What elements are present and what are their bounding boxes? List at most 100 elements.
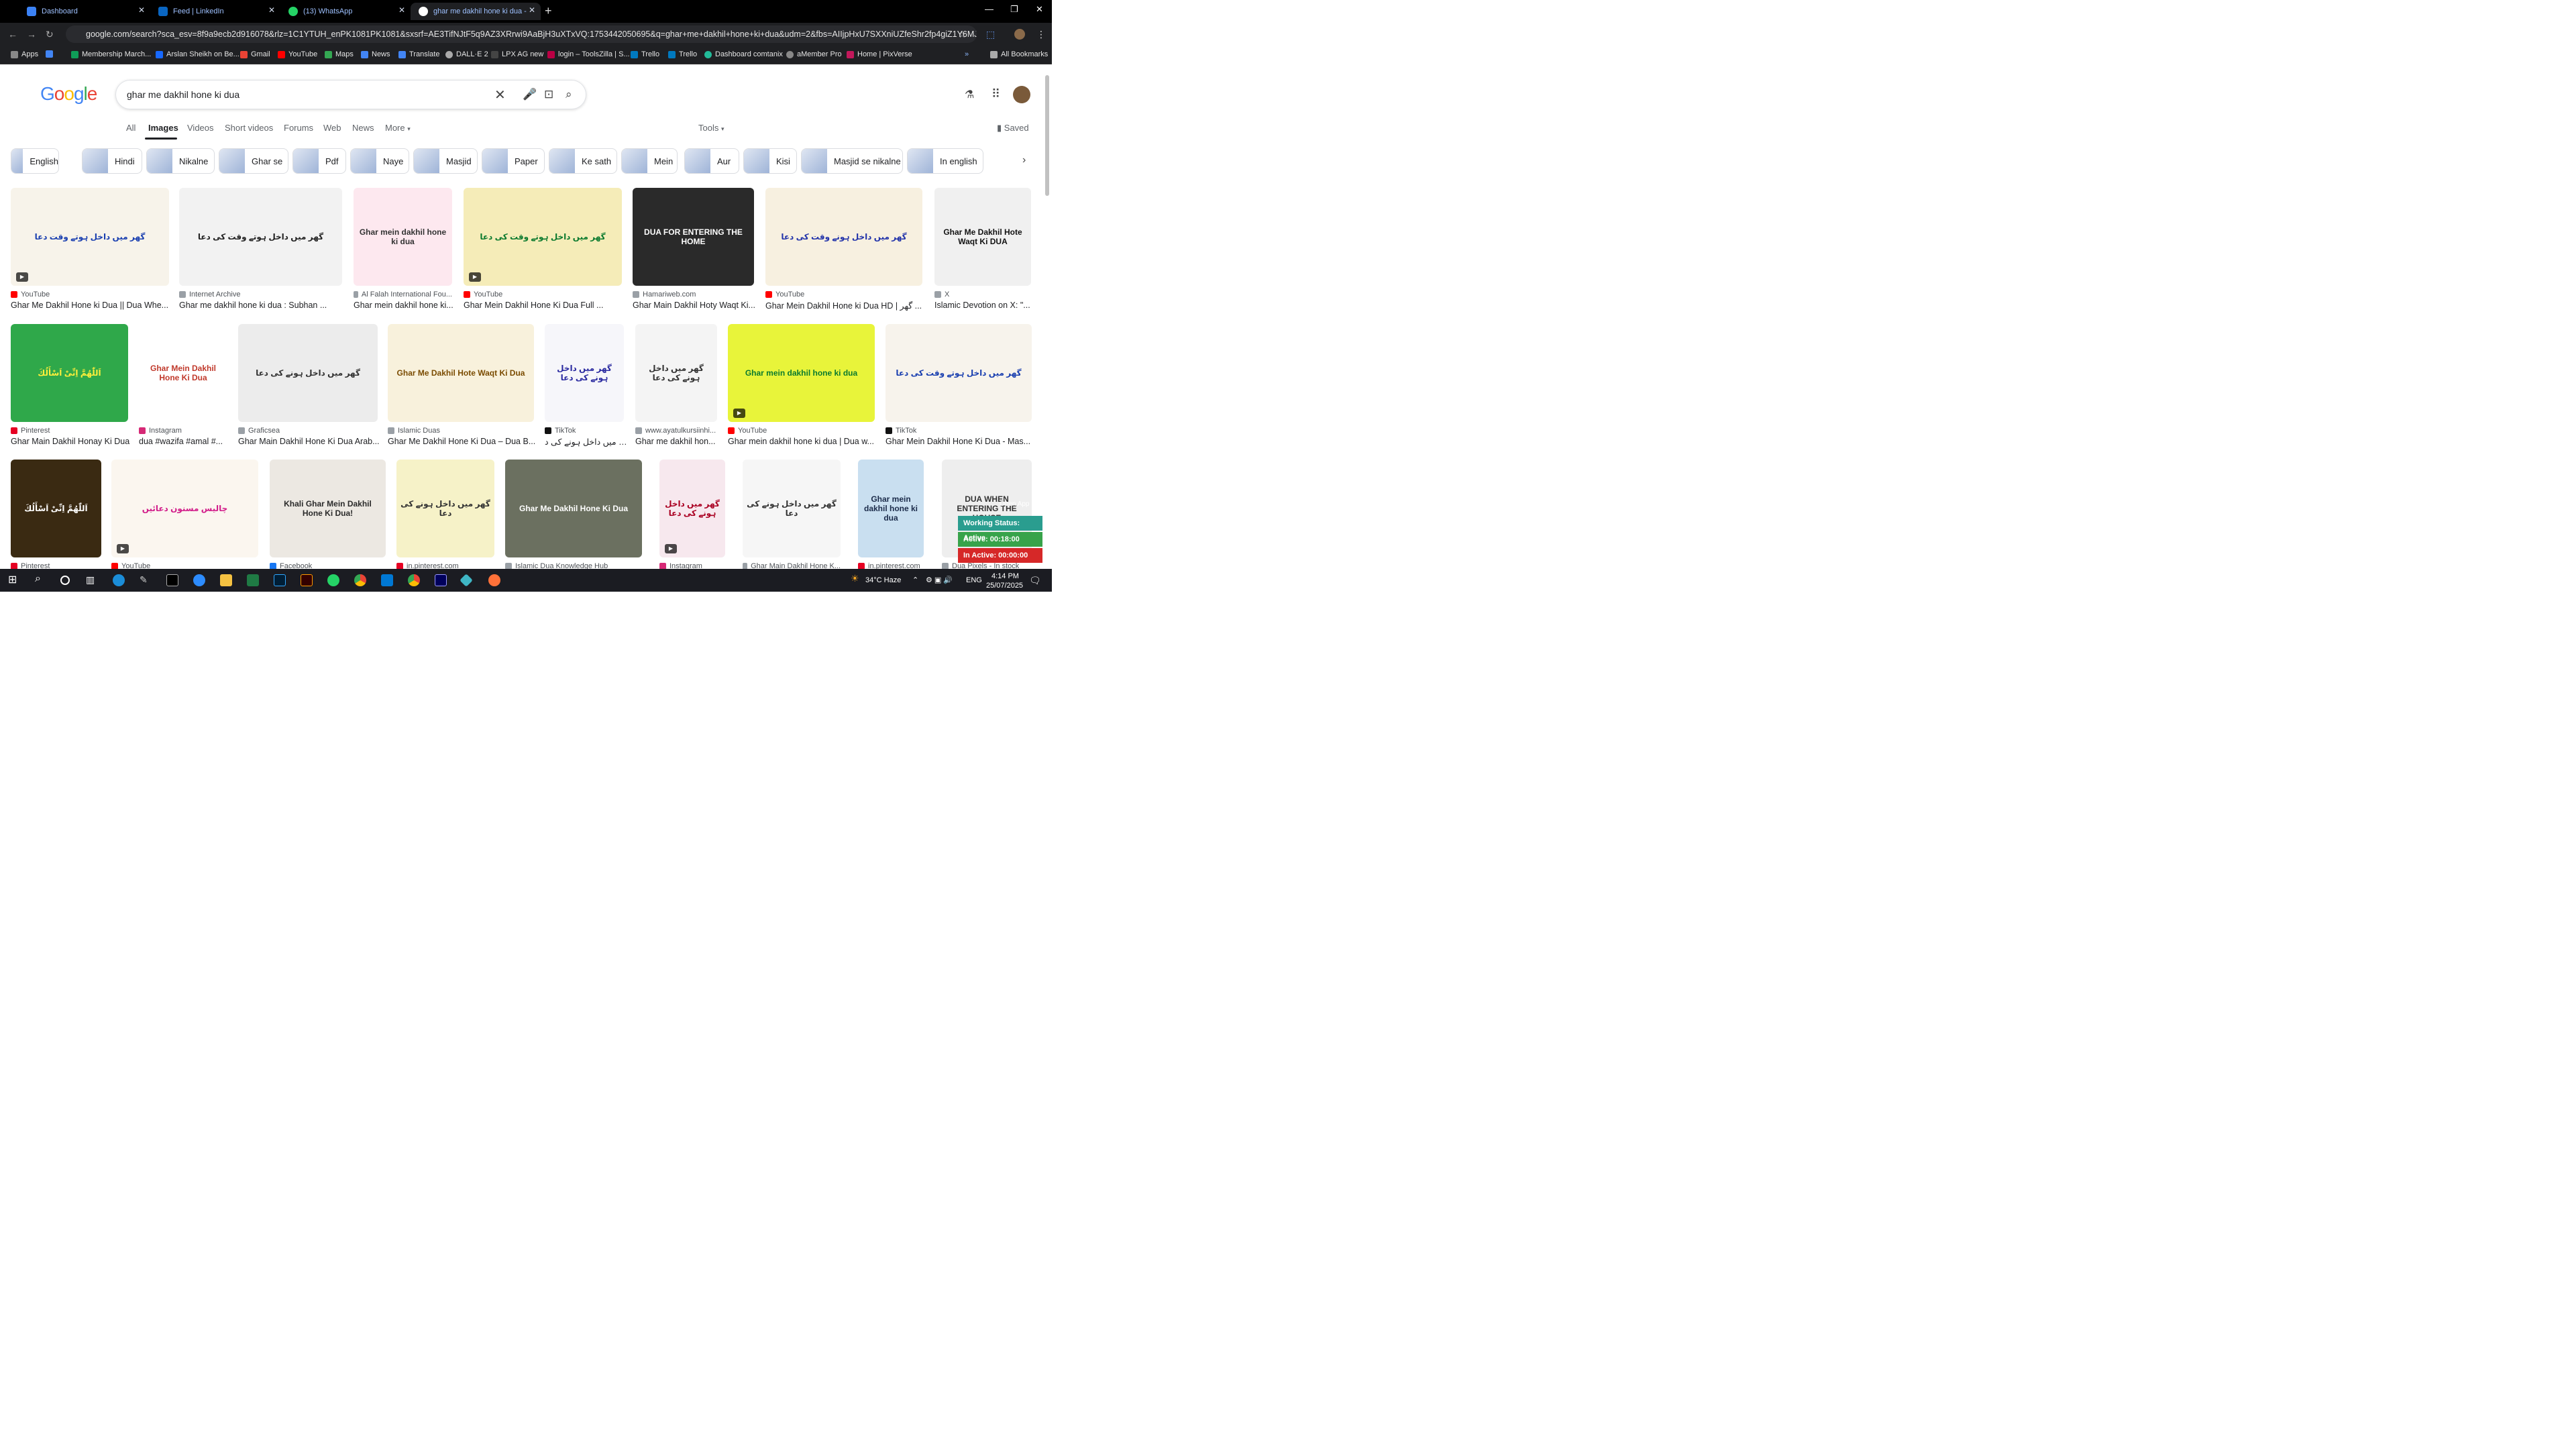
result-title[interactable]: Ghar me dakhil hon...	[635, 437, 721, 446]
bookmark-dalle[interactable]: DALL·E 2	[445, 50, 488, 58]
result-source[interactable]: Instagram	[139, 427, 227, 435]
bookmark-item[interactable]: Home | PixVerse	[847, 50, 912, 58]
profile-avatar[interactable]	[1014, 29, 1025, 40]
bookmark-item[interactable]: Membership March...	[71, 50, 151, 58]
extensions-icon[interactable]: ⬚	[986, 29, 995, 40]
result-source[interactable]: TikTok	[545, 427, 624, 435]
result-thumbnail[interactable]: گھر میں داخل ہوتے وقت کی دعا	[179, 188, 342, 286]
result-thumbnail[interactable]: گھر میں داخل ہونے کی دعا	[743, 460, 841, 557]
lens-icon[interactable]: ⊡	[544, 88, 553, 101]
tab-dashboard[interactable]: Dashboard ✕	[19, 3, 150, 20]
bookmark-trello[interactable]: Trello	[631, 50, 659, 58]
chip-filter[interactable]: Masjid	[413, 148, 478, 174]
result-thumbnail[interactable]: چالیس مسنون دعائیں ▶	[111, 460, 258, 557]
result-source[interactable]: X	[934, 290, 1031, 299]
close-icon[interactable]: ✕	[268, 5, 275, 15]
restore-icon[interactable]: ❐	[1010, 4, 1018, 15]
result-source[interactable]: Pinterest	[11, 427, 128, 435]
tab-google-search[interactable]: ghar me dakhil hone ki dua - G ✕	[411, 3, 541, 20]
chip-filter[interactable]: Kisi	[743, 148, 797, 174]
result-title[interactable]: Ghar Mein Dakhil Hone ki Dua HD | گھر ..…	[765, 301, 926, 311]
result-thumbnail[interactable]: گھر میں داخل ہوتے وقت کی دعا	[885, 324, 1032, 422]
chrome-icon[interactable]	[354, 574, 366, 586]
reload-icon[interactable]: ↻	[46, 29, 54, 40]
bookmark-item[interactable]: LPX AG new	[491, 50, 543, 58]
weather-text[interactable]: 34°C Haze	[865, 576, 901, 584]
tab-linkedin[interactable]: Feed | LinkedIn ✕	[150, 3, 280, 20]
saved-button[interactable]: ▮ Saved	[997, 123, 1029, 133]
result-title[interactable]: Ghar Me Dakhil Hone ki Dua || Dua Whe...	[11, 301, 173, 310]
bookmark-translate[interactable]: Translate	[398, 50, 439, 58]
forward-icon[interactable]: →	[27, 29, 36, 40]
tab-images[interactable]: Images	[148, 123, 178, 133]
labs-flask-icon[interactable]: ⚗	[965, 88, 974, 101]
tab-all[interactable]: All	[126, 123, 136, 133]
result-source[interactable]: YouTube	[728, 427, 875, 435]
result-thumbnail[interactable]: Ghar mein dakhil hone ki dua	[354, 188, 452, 286]
premiere-icon[interactable]	[435, 574, 447, 586]
bookmark-apps[interactable]: Apps	[11, 50, 38, 58]
result-thumbnail[interactable]: گھر میں داخل ہونے وقت کی دعا	[765, 188, 922, 286]
result-thumbnail[interactable]: گھر میں داخل ہوتے وقت دعا ▶	[11, 188, 169, 286]
bookmark-google-apps[interactable]	[46, 50, 56, 58]
bookmark-item[interactable]: aMember Pro	[786, 50, 842, 58]
chevron-up-icon[interactable]: ⌃	[912, 576, 918, 584]
chip-filter[interactable]: In english	[907, 148, 983, 174]
chip-filter[interactable]: Hindi	[82, 148, 142, 174]
result-source[interactable]: YouTube	[11, 290, 169, 299]
result-title[interactable]: Ghar mein dakhil hone ki dua | Dua w...	[728, 437, 879, 446]
chip-filter[interactable]: Paper	[482, 148, 545, 174]
minimize-icon[interactable]: —	[985, 4, 994, 14]
edge-icon[interactable]	[113, 574, 125, 586]
tab-videos[interactable]: Videos	[187, 123, 214, 133]
result-source[interactable]: Internet Archive	[179, 290, 342, 299]
search-icon[interactable]: ⌕	[566, 88, 572, 101]
url-input[interactable]: google.com/search?sca_esv=8f9a9ecb2d9160…	[66, 25, 977, 43]
clock-time[interactable]: 4:14 PM	[991, 572, 1019, 580]
result-source[interactable]: Al Falah International Fou...	[354, 290, 452, 299]
result-title[interactable]: گھر میں داخل ہونے کی د...	[545, 437, 628, 447]
excel-icon[interactable]	[247, 574, 259, 586]
whatsapp-icon[interactable]	[327, 574, 339, 586]
file-explorer-icon[interactable]	[220, 574, 232, 586]
result-thumbnail[interactable]: گھر میں داخل ہونے کی دعا	[238, 324, 378, 422]
result-thumbnail[interactable]: Ghar mein dakhil hone ki dua ▶	[728, 324, 875, 422]
result-source[interactable]: Graficsea	[238, 427, 378, 435]
tray-icons[interactable]: ⚙ ▣ 🔊	[926, 576, 953, 584]
chrome-icon[interactable]	[408, 574, 420, 586]
back-icon[interactable]: ←	[8, 29, 17, 40]
tab-web[interactable]: Web	[323, 123, 341, 133]
chip-filter[interactable]: Pdf	[292, 148, 346, 174]
all-bookmarks[interactable]: All Bookmarks	[990, 50, 1048, 58]
new-tab-button[interactable]: +	[545, 4, 552, 18]
firefox-icon[interactable]	[488, 574, 500, 586]
cortana-icon[interactable]	[60, 576, 70, 585]
result-thumbnail[interactable]: Khali Ghar Mein Dakhil Hone Ki Dua!	[270, 460, 386, 557]
result-source[interactable]: YouTube	[765, 290, 922, 299]
tab-news[interactable]: News	[352, 123, 374, 133]
chip-filter[interactable]: Masjid se nikalne	[801, 148, 903, 174]
result-thumbnail[interactable]: گھر میں داخل ہونے کی دعا ▶	[659, 460, 725, 557]
apps-grid-icon[interactable]: ⠿	[991, 87, 1000, 101]
close-icon[interactable]: ✕	[398, 5, 405, 15]
clear-icon[interactable]: ✕	[494, 87, 506, 103]
chip-filter[interactable]: Naye	[350, 148, 409, 174]
bookmark-trello[interactable]: Trello	[668, 50, 697, 58]
result-thumbnail[interactable]: Ghar mein dakhil hone ki dua	[858, 460, 924, 557]
pen-icon[interactable]: ✎	[140, 574, 152, 586]
menu-kebab-icon[interactable]: ⋮	[1036, 29, 1046, 40]
bookmark-item[interactable]: Arslan Sheikh on Be...	[156, 50, 239, 58]
result-source[interactable]: TikTok	[885, 427, 1032, 435]
result-thumbnail[interactable]: DUA FOR ENTERING THE HOME	[633, 188, 754, 286]
result-thumbnail[interactable]: Ghar Me Dakhil Hote Waqt Ki DUA	[934, 188, 1031, 286]
close-icon[interactable]: ✕	[529, 5, 535, 15]
result-source[interactable]: www.ayatulkursiinhi...	[635, 427, 717, 435]
app-icon[interactable]	[460, 574, 473, 587]
terminal-icon[interactable]	[166, 574, 178, 586]
result-thumbnail[interactable]: Ghar Mein Dakhil Hone Ki Dua	[139, 324, 227, 422]
windows-start-icon[interactable]: ⊞	[8, 573, 20, 586]
bookmark-star-icon[interactable]: ☆	[958, 29, 967, 40]
tab-whatsapp[interactable]: (13) WhatsApp ✕	[280, 3, 411, 20]
result-title[interactable]: Ghar Main Dakhil Hone Ki Dua Arab...	[238, 437, 382, 446]
close-window-icon[interactable]: ✕	[1036, 4, 1043, 15]
